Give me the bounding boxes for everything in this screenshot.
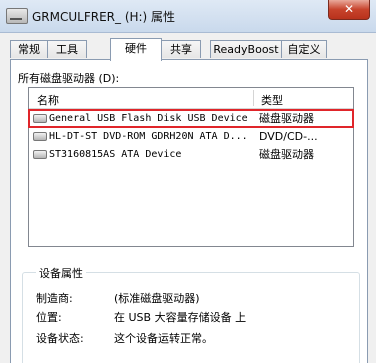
- location-value: 在 USB 大容量存储设备 上: [114, 311, 247, 324]
- device-status-value: 这个设备运转正常。: [114, 332, 213, 345]
- manufacturer-label: 制造商:: [36, 292, 73, 305]
- device-name: ST3160815AS ATA Device: [49, 149, 182, 160]
- device-name: HL-DT-ST DVD-ROM GDRH20N ATA D...: [49, 131, 248, 142]
- tab-readyboost[interactable]: ReadyBoost: [210, 40, 282, 58]
- tab-general[interactable]: 常规: [10, 40, 48, 58]
- optical-drive-icon: [33, 132, 47, 141]
- close-button[interactable]: ✕: [328, 0, 370, 20]
- manufacturer-value: (标准磁盘驱动器): [114, 292, 200, 305]
- tab-customize[interactable]: 自定义: [281, 40, 327, 58]
- column-divider[interactable]: [253, 90, 254, 106]
- tab-sharing[interactable]: 共享: [161, 40, 201, 58]
- device-type: 磁盘驱动器: [259, 112, 314, 125]
- device-list[interactable]: 名称 类型 General USB Flash Disk USB Device …: [28, 87, 354, 247]
- device-row-hard-disk[interactable]: ST3160815AS ATA Device 磁盘驱动器: [29, 146, 353, 163]
- device-status-label: 设备状态:: [36, 332, 84, 345]
- column-header-name[interactable]: 名称: [37, 92, 59, 108]
- device-properties-title: 设备属性: [36, 265, 86, 281]
- location-label: 位置:: [36, 311, 62, 324]
- drive-icon: [6, 8, 28, 24]
- disk-drive-icon: [33, 114, 47, 123]
- device-name: General USB Flash Disk USB Device: [49, 113, 248, 124]
- title-bar[interactable]: GRMCULFRER_ (H:) 属性 ✕: [0, 0, 376, 33]
- close-icon: ✕: [343, 2, 355, 16]
- column-header-type[interactable]: 类型: [261, 92, 283, 108]
- window-title: GRMCULFRER_ (H:) 属性: [32, 10, 176, 24]
- tab-tools[interactable]: 工具: [47, 40, 87, 58]
- device-type: DVD/CD-...: [259, 130, 318, 143]
- disk-drive-icon: [33, 150, 47, 159]
- device-row-usb-flash-disk[interactable]: General USB Flash Disk USB Device 磁盘驱动器: [28, 109, 354, 128]
- all-drives-label: 所有磁盘驱动器 (D):: [18, 72, 120, 85]
- list-header: 名称 类型: [29, 88, 353, 109]
- properties-window: GRMCULFRER_ (H:) 属性 ✕ 常规 工具 硬件 共享 ReadyB…: [0, 0, 376, 363]
- device-type: 磁盘驱动器: [259, 148, 314, 161]
- device-row-dvd-rom[interactable]: HL-DT-ST DVD-ROM GDRH20N ATA D... DVD/CD…: [29, 128, 353, 145]
- tab-hardware[interactable]: 硬件: [110, 38, 162, 61]
